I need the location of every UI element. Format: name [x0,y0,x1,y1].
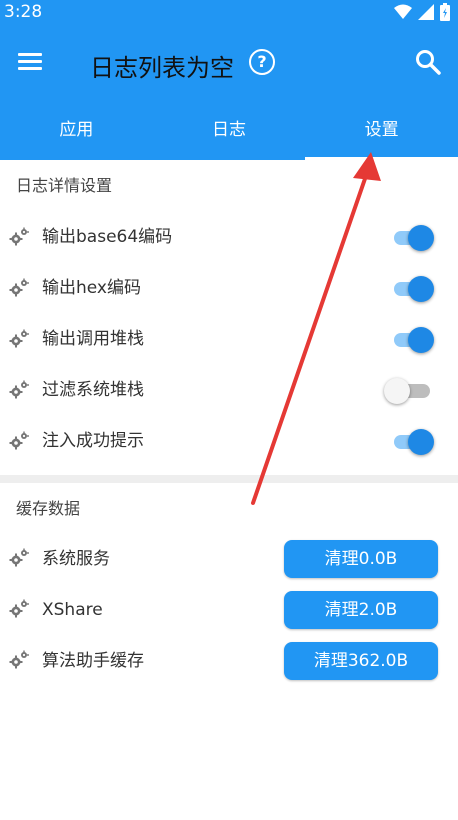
cache-row: XShare 清理2.0B [0,586,458,637]
app-bar: 3:28 日志列表为空 ? 应用 日志 设置 [0,0,458,160]
cache-label: 系统服务 [42,549,110,569]
clear-cache-button[interactable]: 清理0.0B [284,540,438,578]
setting-row[interactable]: 输出调用堆栈 [0,314,458,365]
gear-icon [8,649,30,671]
gear-icon [8,430,30,452]
setting-row[interactable]: 过滤系统堆栈 [0,365,458,416]
status-bar: 3:28 [0,0,458,26]
gear-icon [8,226,30,248]
setting-label: 输出base64编码 [42,227,173,247]
battery-icon [440,3,450,21]
page-title: 日志列表为空 [90,54,234,82]
help-circle-icon[interactable]: ? [249,49,275,75]
toggle-thumb [408,429,434,455]
cache-label: 算法助手缓存 [42,651,144,671]
search-icon[interactable] [414,48,442,76]
wifi-icon [394,4,412,19]
tab-bar: 应用 日志 设置 [0,102,458,160]
toggle-thumb [408,225,434,251]
tab-settings[interactable]: 设置 [305,102,458,160]
clear-cache-button[interactable]: 清理2.0B [284,591,438,629]
setting-toggle[interactable] [392,327,434,353]
signal-icon [418,4,434,20]
setting-row[interactable]: 输出hex编码 [0,263,458,314]
setting-toggle[interactable] [384,378,434,404]
cache-row: 系统服务 清理0.0B [0,535,458,586]
gear-icon [8,598,30,620]
section-title-log-settings: 日志详情设置 [16,176,113,195]
gear-icon [8,379,30,401]
setting-toggle[interactable] [392,429,434,455]
cache-row: 算法助手缓存 清理362.0B [0,637,458,688]
clear-cache-button[interactable]: 清理362.0B [284,642,438,680]
log-settings-list: 输出base64编码 输出hex编码 输出调用堆栈 过滤系统堆栈 注入成功提示 [0,212,458,467]
gear-icon [8,328,30,350]
setting-label: 过滤系统堆栈 [42,380,144,400]
settings-content: 日志详情设置 输出base64编码 输出hex编码 输出调用堆栈 过滤系统堆栈 注入成功… [0,160,458,688]
cache-label: XShare [42,600,103,620]
setting-toggle[interactable] [392,225,434,251]
gear-icon [8,547,30,569]
setting-row[interactable]: 注入成功提示 [0,416,458,467]
tab-apps[interactable]: 应用 [0,102,153,160]
status-icons [394,3,450,21]
toggle-thumb [408,327,434,353]
tab-logs[interactable]: 日志 [153,102,306,160]
toolbar: 日志列表为空 ? [0,26,458,102]
status-time: 3:28 [4,2,43,22]
toggle-thumb [408,276,434,302]
cache-list: 系统服务 清理0.0B XShare 清理2.0B 算法助手缓存 清理362.0B [0,535,458,688]
setting-toggle[interactable] [392,276,434,302]
gear-icon [8,277,30,299]
toggle-thumb [384,378,410,404]
setting-label: 输出hex编码 [42,278,141,298]
hamburger-menu-icon[interactable] [16,50,46,74]
setting-row[interactable]: 输出base64编码 [0,212,458,263]
section-divider [0,475,458,483]
setting-label: 注入成功提示 [42,431,144,451]
setting-label: 输出调用堆栈 [42,329,144,349]
section-title-cache: 缓存数据 [16,499,81,518]
